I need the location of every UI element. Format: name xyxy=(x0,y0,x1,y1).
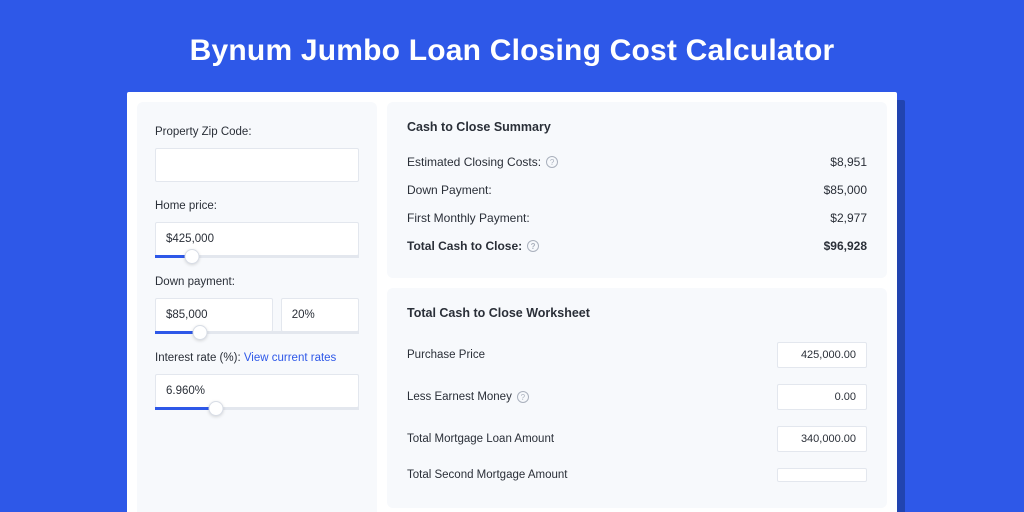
page-title: Bynum Jumbo Loan Closing Cost Calculator xyxy=(0,0,1024,68)
down-payment-label: Down payment: xyxy=(155,276,359,288)
worksheet-value[interactable]: 0.00 xyxy=(777,384,867,410)
summary-value: $85,000 xyxy=(824,183,867,197)
down-payment-pct-input[interactable] xyxy=(281,298,359,332)
worksheet-row-second-mortgage: Total Second Mortgage Amount xyxy=(407,460,867,490)
summary-value: $2,977 xyxy=(830,211,867,225)
worksheet-label: Less Earnest Money xyxy=(407,391,512,403)
down-payment-field: Down payment: xyxy=(155,276,359,334)
summary-label: Down Payment: xyxy=(407,183,492,197)
worksheet-row-earnest-money: Less Earnest Money ? 0.00 xyxy=(407,376,867,418)
zip-input[interactable] xyxy=(155,148,359,182)
worksheet-card: Total Cash to Close Worksheet Purchase P… xyxy=(387,288,887,508)
summary-value: $96,928 xyxy=(824,239,867,253)
summary-card: Cash to Close Summary Estimated Closing … xyxy=(387,102,887,278)
summary-row-closing-costs: Estimated Closing Costs: ? $8,951 xyxy=(407,148,867,176)
calculator-panel: Property Zip Code: Home price: Down paym… xyxy=(127,92,897,512)
help-icon[interactable]: ? xyxy=(546,156,558,168)
down-payment-input[interactable] xyxy=(155,298,273,332)
summary-label: First Monthly Payment: xyxy=(407,211,530,225)
summary-label: Estimated Closing Costs: xyxy=(407,155,541,169)
zip-label: Property Zip Code: xyxy=(155,126,359,138)
inputs-sidebar: Property Zip Code: Home price: Down paym… xyxy=(137,102,377,512)
summary-heading: Cash to Close Summary xyxy=(407,120,867,134)
worksheet-value[interactable] xyxy=(777,468,867,482)
worksheet-value[interactable]: 340,000.00 xyxy=(777,426,867,452)
interest-rate-label: Interest rate (%): View current rates xyxy=(155,352,359,364)
worksheet-label: Total Mortgage Loan Amount xyxy=(407,433,554,445)
interest-rate-slider-thumb[interactable] xyxy=(209,401,224,416)
home-price-label: Home price: xyxy=(155,200,359,212)
worksheet-label: Total Second Mortgage Amount xyxy=(407,469,567,481)
down-payment-slider-thumb[interactable] xyxy=(192,325,207,340)
worksheet-heading: Total Cash to Close Worksheet xyxy=(407,306,867,320)
home-price-slider[interactable] xyxy=(155,255,359,258)
worksheet-value[interactable]: 425,000.00 xyxy=(777,342,867,368)
worksheet-row-mortgage-amount: Total Mortgage Loan Amount 340,000.00 xyxy=(407,418,867,460)
worksheet-row-purchase-price: Purchase Price 425,000.00 xyxy=(407,334,867,376)
calculator-stage: Property Zip Code: Home price: Down paym… xyxy=(127,92,897,512)
summary-value: $8,951 xyxy=(830,155,867,169)
summary-label: Total Cash to Close: xyxy=(407,239,522,253)
home-price-field: Home price: xyxy=(155,200,359,258)
interest-rate-input[interactable] xyxy=(155,374,359,408)
help-icon[interactable]: ? xyxy=(517,391,529,403)
results-main: Cash to Close Summary Estimated Closing … xyxy=(387,102,887,512)
down-payment-slider[interactable] xyxy=(155,331,359,334)
help-icon[interactable]: ? xyxy=(527,240,539,252)
summary-row-total: Total Cash to Close: ? $96,928 xyxy=(407,232,867,260)
summary-row-first-payment: First Monthly Payment: $2,977 xyxy=(407,204,867,232)
worksheet-label: Purchase Price xyxy=(407,349,485,361)
interest-rate-field: Interest rate (%): View current rates xyxy=(155,352,359,410)
home-price-slider-thumb[interactable] xyxy=(184,249,199,264)
view-rates-link[interactable]: View current rates xyxy=(244,352,336,364)
interest-rate-label-text: Interest rate (%): xyxy=(155,352,244,364)
summary-row-down-payment: Down Payment: $85,000 xyxy=(407,176,867,204)
interest-rate-slider-fill xyxy=(155,407,216,410)
interest-rate-slider[interactable] xyxy=(155,407,359,410)
zip-field: Property Zip Code: xyxy=(155,126,359,182)
